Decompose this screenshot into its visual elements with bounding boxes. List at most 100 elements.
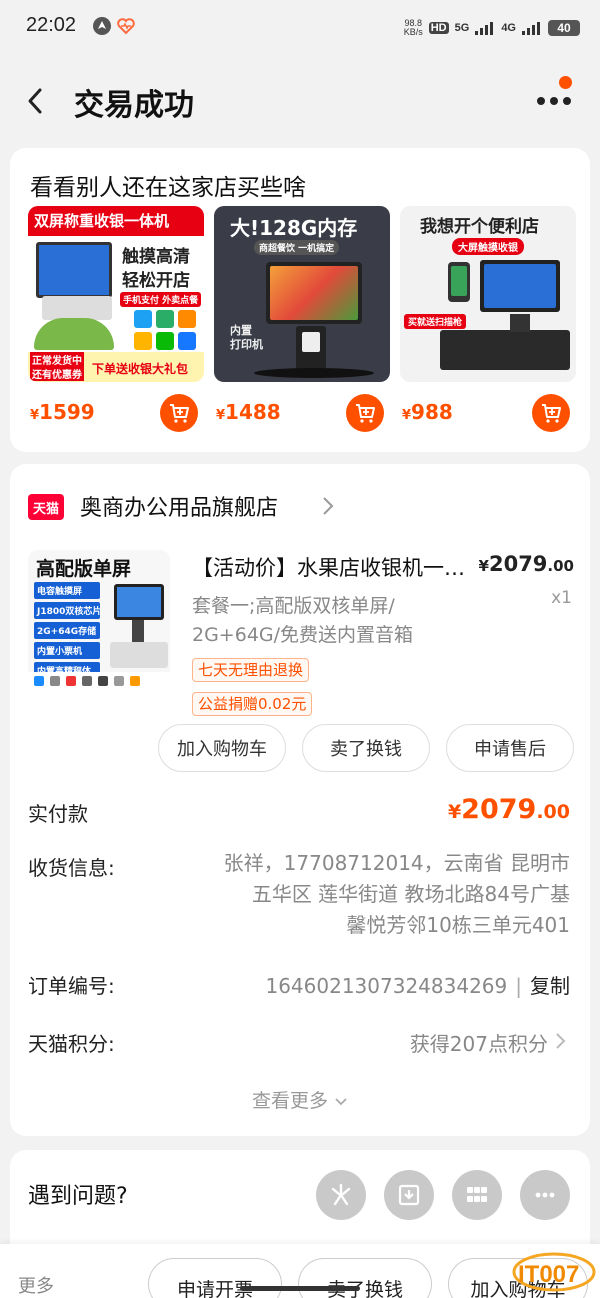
recommend-title: 看看别人还在这家店买些啥 <box>30 175 306 201</box>
nav-bar: 交易成功 <box>0 60 600 144</box>
points-label: 天猫积分: <box>28 1032 115 1056</box>
recommend-item[interactable]: 双屏称重收银一体机 触摸高清 轻松开店 手机支付 外卖点餐 正常发货中 还有优惠… <box>28 206 204 432</box>
invoice-button[interactable]: 申请开票 <box>148 1258 282 1298</box>
price-value: 1488 <box>225 400 281 424</box>
shop-name[interactable]: 奥商办公用品旗舰店 <box>80 490 278 522</box>
tmall-badge: 天猫 <box>28 494 64 520</box>
add-to-cart-button[interactable] <box>532 394 570 432</box>
product-image[interactable]: 我想开个便利店 大屏触摸收银 买就送扫描枪 <box>400 206 576 382</box>
copy-button[interactable]: 复制 <box>530 974 570 998</box>
more-button[interactable] <box>520 1170 570 1220</box>
recommend-price: ¥988 <box>402 400 453 424</box>
image-tag: J1800双核芯片 <box>34 602 101 619</box>
price-dec: .00 <box>536 801 570 823</box>
signal-icon <box>475 22 494 35</box>
watermark-text: IT007 <box>518 1261 579 1288</box>
add-to-cart-button[interactable] <box>346 394 384 432</box>
order-no-row: 1646021307324834269 | 复制 <box>265 970 570 999</box>
add-to-cart-button[interactable]: 加入购物车 <box>158 724 286 772</box>
paid-amount: ¥2079.00 <box>448 794 570 825</box>
price-symbol: ¥ <box>216 408 226 423</box>
notification-dot <box>559 76 572 89</box>
image-caption: 商超餐饮 一机搞定 <box>254 240 340 255</box>
order-card: 天猫 奥商办公用品旗舰店 高配版单屏 电容触摸屏 J1800双核芯片 2G+64… <box>10 464 590 1136</box>
price-symbol: ¥ <box>447 801 462 823</box>
more-options-icon[interactable] <box>536 96 572 106</box>
order-no-label: 订单编号: <box>28 974 115 998</box>
product-image[interactable]: 双屏称重收银一体机 触摸高清 轻松开店 手机支付 外卖点餐 正常发货中 还有优惠… <box>28 206 204 382</box>
price-value: 1599 <box>39 400 95 424</box>
image-caption: 还有优惠券 <box>30 366 84 381</box>
chevron-right-icon[interactable] <box>322 496 334 516</box>
recommend-price: ¥1488 <box>216 400 281 424</box>
help-title: 遇到问题? <box>28 1184 128 1209</box>
product-qty: x1 <box>551 588 572 608</box>
product-image[interactable]: 大!128G内存 商超餐饮 一机搞定 内置 打印机 <box>214 206 390 382</box>
home-indicator <box>240 1286 360 1291</box>
page-title: 交易成功 <box>74 88 194 123</box>
image-caption: 触摸高清 <box>122 247 190 267</box>
product-title[interactable]: 【活动价】水果店收银机一体机 <box>192 552 466 582</box>
hd-label: HD <box>428 22 449 34</box>
heart-icon <box>117 18 135 35</box>
paid-label: 实付款 <box>28 802 88 826</box>
image-tag: 内置小票机 <box>34 642 100 659</box>
divider: | <box>515 974 522 998</box>
image-caption: 双屏称重收银一体机 <box>34 212 170 230</box>
image-tag: 电容触摸屏 <box>34 582 100 599</box>
recommend-item[interactable]: 我想开个便利店 大屏触摸收银 买就送扫描枪 ¥988 <box>400 206 576 432</box>
recommend-item[interactable]: 大!128G内存 商超餐饮 一机搞定 内置 打印机 ¥1488 <box>214 206 390 432</box>
price-int: 2079 <box>461 794 537 825</box>
product-sku: 套餐一;高配版双核单屏/ 2G+64G/免费送内置音箱 <box>192 592 472 650</box>
resell-button[interactable]: 卖了换钱 <box>298 1258 432 1298</box>
sku-line: 套餐一;高配版双核单屏/ <box>192 595 395 617</box>
address-line: 张祥，17708712014，云南省 昆明市 <box>223 851 570 875</box>
add-to-cart-button[interactable] <box>160 394 198 432</box>
image-caption: 高配版单屏 <box>36 558 132 580</box>
points-value[interactable]: 获得207点积分 <box>410 1028 548 1057</box>
image-caption: 正常发货中 <box>30 352 84 367</box>
image-caption: 买就送扫描枪 <box>404 314 467 329</box>
image-caption: 我想开个便利店 <box>420 217 539 237</box>
image-caption: 轻松开店 <box>122 271 190 291</box>
sim2-label: 4G <box>501 22 516 34</box>
service-icon <box>331 1183 351 1206</box>
see-more-button[interactable]: 查看更多 <box>10 1086 590 1113</box>
bottom-more-button[interactable]: 更多 <box>18 1272 54 1298</box>
cart-icon <box>170 404 189 423</box>
shipping-address: 张祥，17708712014，云南省 昆明市 五华区 莲华街道 教场北路84号广… <box>186 848 570 941</box>
ellipsis-icon <box>535 1192 555 1198</box>
product-price: ¥2079.00 <box>479 552 574 576</box>
grid-icon <box>467 1187 487 1202</box>
download-button[interactable] <box>384 1170 434 1220</box>
see-more-label: 查看更多 <box>251 1090 328 1112</box>
address-line: 五华区 莲华街道 教场北路84号广基 <box>251 882 570 906</box>
resell-button[interactable]: 卖了换钱 <box>302 724 430 772</box>
site-watermark: IT007 <box>512 1252 596 1292</box>
status-time: 22:02 <box>26 14 77 36</box>
location-icon <box>93 17 111 35</box>
recommend-price: ¥1599 <box>30 400 95 424</box>
apps-button[interactable] <box>452 1170 502 1220</box>
status-bar: 22:02 98.8 KB/s HD 5G 4G 40 <box>0 0 600 56</box>
product-image[interactable]: 高配版单屏 电容触摸屏 J1800双核芯片 2G+64G存储 内置小票机 内置高… <box>28 550 170 692</box>
price-dec: .00 <box>547 557 574 575</box>
chevron-down-icon <box>335 1097 347 1105</box>
chevron-right-icon[interactable] <box>555 1032 566 1050</box>
back-icon[interactable] <box>24 86 46 116</box>
image-caption: 打印机 <box>230 338 263 351</box>
net-speed-unit: KB/s <box>403 27 423 37</box>
net-speed: 98.8 KB/s <box>404 19 423 37</box>
after-sale-button[interactable]: 申请售后 <box>446 724 574 772</box>
image-tag: 2G+64G存储 <box>34 622 100 639</box>
price-int: 2079 <box>488 552 548 576</box>
signal-icon-2 <box>522 22 540 35</box>
image-caption: 大!128G内存 <box>230 216 358 240</box>
recommend-card: 看看别人还在这家店买些啥 双屏称重收银一体机 触摸高清 轻松开店 手机支付 外卖… <box>10 148 590 452</box>
price-symbol: ¥ <box>30 408 40 423</box>
order-no: 1646021307324834269 <box>265 974 508 998</box>
price-symbol: ¥ <box>478 557 489 575</box>
price-symbol: ¥ <box>402 408 412 423</box>
customer-service-button[interactable] <box>316 1170 366 1220</box>
shipping-label: 收货信息: <box>28 856 115 880</box>
